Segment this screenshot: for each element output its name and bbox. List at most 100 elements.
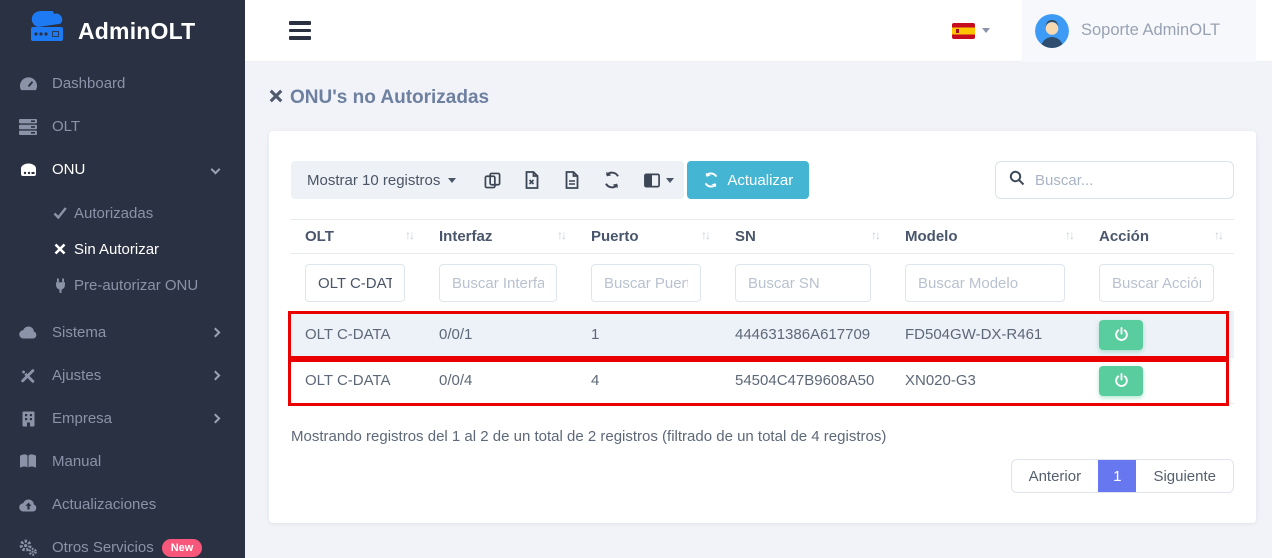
sidebar-item-label: Manual	[52, 453, 101, 470]
sort-icon: ↑↓	[1065, 228, 1073, 242]
filter-accion-input[interactable]	[1099, 264, 1214, 302]
cloud-upload-icon	[18, 498, 38, 512]
sidebar-item-manual[interactable]: Manual	[0, 440, 245, 483]
sidebar-item-pre-autorizar[interactable]: Pre-autorizar ONU	[0, 267, 245, 303]
sidebar-item-otros-servicios[interactable]: Otros Servicios New	[0, 526, 245, 558]
x-title-icon	[269, 89, 283, 108]
copy-button[interactable]	[472, 161, 512, 199]
sidebar-item-label: Actualizaciones	[52, 496, 156, 513]
column-header-interfaz[interactable]: Interfaz↑↓	[425, 220, 577, 254]
pagination-row: Anterior 1 Siguiente	[291, 459, 1234, 493]
gears-icon	[18, 539, 38, 556]
column-header-accion[interactable]: Acción↑↓	[1085, 220, 1234, 254]
sidebar-item-label: Otros Servicios	[52, 539, 154, 556]
sidebar-item-label: ONU	[52, 161, 85, 178]
authorize-power-button[interactable]	[1099, 366, 1143, 396]
table-row: OLT C-DATA 0/0/4 4 54504C47B9608A50 XN02…	[291, 358, 1234, 404]
onu-table: OLT↑↓ Interfaz↑↓ Puerto↑↓ SN↑↓ Modelo↑↓ …	[291, 219, 1234, 404]
building-icon	[18, 411, 38, 427]
chevron-down-icon	[211, 165, 221, 175]
sidebar-item-sin-autorizar[interactable]: Sin Autorizar	[0, 231, 245, 267]
filter-olt-input[interactable]	[305, 264, 405, 302]
sidebar-item-autorizadas[interactable]: Autorizadas	[0, 195, 245, 231]
app-title: AdminOLT	[78, 18, 195, 45]
sidebar-item-olt[interactable]: OLT	[0, 105, 245, 148]
column-header-sn[interactable]: SN↑↓	[721, 220, 891, 254]
x-icon	[52, 243, 68, 255]
sort-icon: ↑↓	[701, 228, 709, 242]
hamburger-menu-icon[interactable]	[289, 17, 311, 44]
app-root: AdminOLT Dashboard OLT ONU	[0, 0, 1272, 558]
column-header-olt[interactable]: OLT↑↓	[291, 220, 425, 254]
plug-icon	[52, 278, 68, 293]
chevron-right-icon	[211, 371, 221, 381]
cell-sn: 54504C47B9608A50	[721, 358, 891, 404]
pagination-page-1-button[interactable]: 1	[1098, 460, 1136, 492]
sidebar-item-label: Ajustes	[52, 367, 101, 384]
file-export-button[interactable]	[552, 161, 592, 199]
table-row: OLT C-DATA 0/0/1 1 444631386A617709 FD50…	[291, 312, 1234, 358]
actualizar-button[interactable]: Actualizar	[687, 161, 809, 199]
filter-sn-input[interactable]	[735, 264, 871, 302]
cell-puerto: 1	[577, 312, 721, 358]
search-icon	[1009, 170, 1025, 191]
filter-modelo-input[interactable]	[905, 264, 1065, 302]
global-search	[995, 161, 1234, 199]
column-visibility-button[interactable]	[632, 161, 684, 199]
sidebar-item-actualizaciones[interactable]: Actualizaciones	[0, 483, 245, 526]
sidebar-item-label: Sistema	[52, 324, 106, 341]
topbar-right: Soporte AdminOLT	[952, 0, 1272, 62]
sidebar-item-empresa[interactable]: Empresa	[0, 397, 245, 440]
user-name: Soporte AdminOLT	[1081, 21, 1220, 40]
check-icon	[52, 207, 68, 219]
filter-interfaz-input[interactable]	[439, 264, 557, 302]
sidebar-item-ajustes[interactable]: Ajustes	[0, 354, 245, 397]
sidebar-item-dashboard[interactable]: Dashboard	[0, 62, 245, 105]
cell-interfaz: 0/0/1	[425, 312, 577, 358]
reload-table-button[interactable]	[592, 161, 632, 199]
chevron-right-icon	[211, 328, 221, 338]
sidebar-item-label: Empresa	[52, 410, 112, 427]
cell-puerto: 4	[577, 358, 721, 404]
sort-icon: ↑↓	[405, 228, 413, 242]
pagination-prev-button[interactable]: Anterior	[1012, 460, 1099, 492]
sidebar-item-sistema[interactable]: Sistema	[0, 311, 245, 354]
table-toolbar: Mostrar 10 registros	[291, 161, 1234, 199]
sidebar-item-label: Sin Autorizar	[74, 241, 159, 258]
sidebar-item-label: Autorizadas	[74, 205, 153, 222]
logo-cloud-router-icon	[24, 11, 70, 52]
cell-olt: OLT C-DATA	[291, 358, 425, 404]
page-length-dropdown[interactable]: Mostrar 10 registros	[291, 161, 472, 199]
cell-olt: OLT C-DATA	[291, 312, 425, 358]
logo: AdminOLT	[0, 0, 245, 62]
chevron-right-icon	[211, 414, 221, 424]
column-header-modelo[interactable]: Modelo↑↓	[891, 220, 1085, 254]
sidebar-item-label: Pre-autorizar ONU	[74, 277, 198, 294]
avatar	[1035, 14, 1069, 48]
onu-device-icon	[18, 163, 38, 177]
cell-sn: 444631386A617709	[721, 312, 891, 358]
content-area: ONU's no Autorizadas Mostrar 10 registro…	[245, 62, 1272, 558]
user-menu[interactable]: Soporte AdminOLT	[1022, 0, 1256, 62]
main-panel: Soporte AdminOLT ONU's no Autorizadas Mo…	[245, 0, 1272, 558]
sidebar-item-onu[interactable]: ONU	[0, 148, 245, 191]
column-header-puerto[interactable]: Puerto↑↓	[577, 220, 721, 254]
page-title: ONU's no Autorizadas	[269, 87, 1256, 109]
topbar: Soporte AdminOLT	[245, 0, 1272, 62]
search-input[interactable]	[1035, 172, 1205, 189]
cell-modelo: FD504GW-DX-R461	[891, 312, 1085, 358]
book-icon	[18, 454, 38, 469]
filter-puerto-input[interactable]	[591, 264, 701, 302]
sidebar-item-label: Dashboard	[52, 75, 125, 92]
caret-down-icon	[666, 178, 674, 183]
excel-export-button[interactable]	[512, 161, 552, 199]
pagination-next-button[interactable]: Siguiente	[1136, 460, 1233, 492]
page-length-label: Mostrar 10 registros	[307, 172, 440, 189]
cloud-icon	[18, 326, 38, 339]
authorize-power-button[interactable]	[1099, 320, 1143, 350]
language-selector[interactable]	[952, 23, 990, 39]
onu-submenu: Autorizadas Sin Autorizar Pre-autorizar …	[0, 191, 245, 311]
export-button-group: Mostrar 10 registros	[291, 161, 684, 199]
tools-icon	[18, 368, 38, 384]
sidebar-nav: Dashboard OLT ONU	[0, 62, 245, 558]
